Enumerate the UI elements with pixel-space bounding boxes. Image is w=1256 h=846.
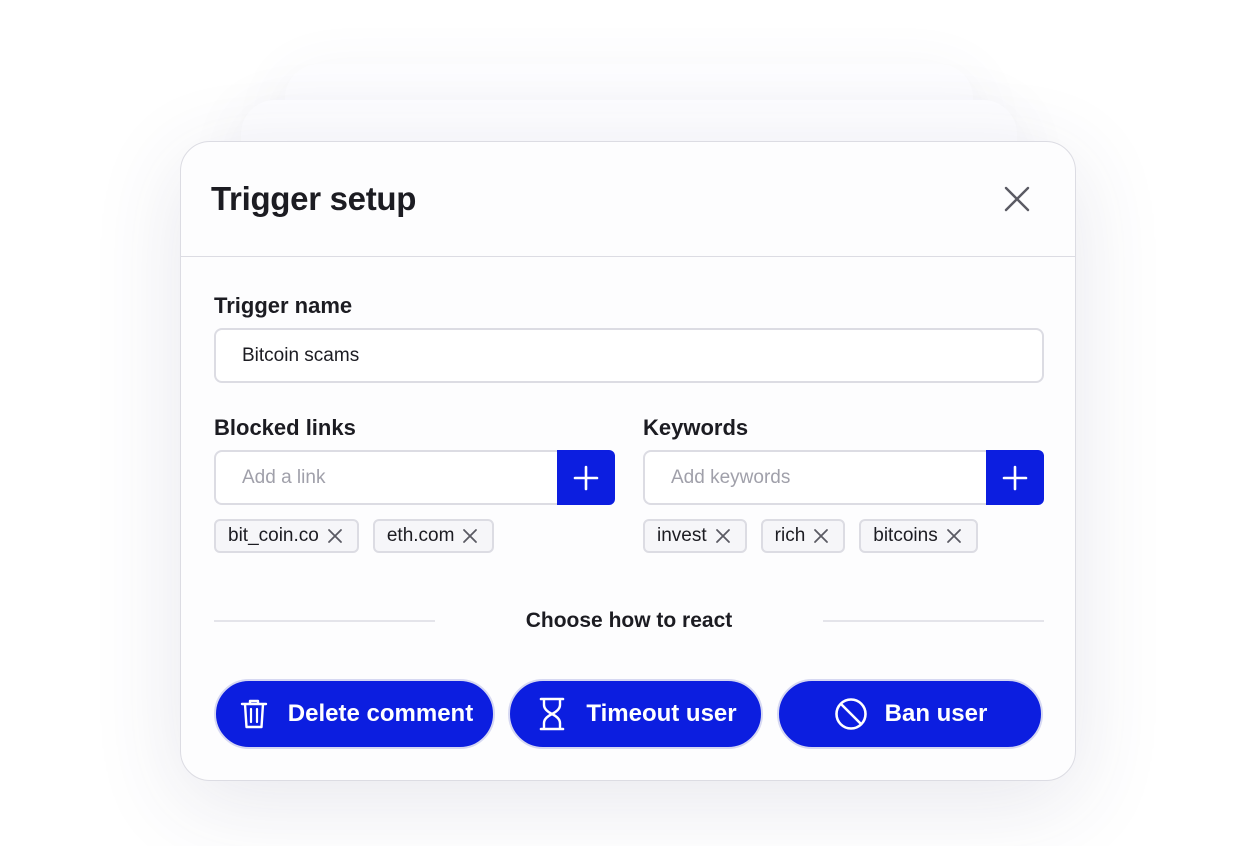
blocked-links-chips: bit_coin.co eth.com	[214, 519, 495, 553]
blocked-links-label: Blocked links	[214, 415, 356, 440]
timeout-user-label: Timeout user	[586, 700, 737, 727]
ban-icon	[833, 696, 869, 732]
react-divider: Choose how to react	[214, 603, 1044, 639]
trigger-name-input[interactable]	[214, 328, 1044, 383]
chip-label: eth.com	[386, 525, 455, 546]
blocked-links-add-row	[214, 450, 615, 505]
trash-icon	[236, 696, 272, 732]
link-chip: eth.com	[372, 519, 495, 553]
add-link-input[interactable]	[214, 450, 557, 505]
chip-label: bitcoins	[873, 525, 938, 546]
remove-chip-icon[interactable]	[944, 526, 964, 546]
remove-chip-icon[interactable]	[325, 526, 345, 546]
remove-chip-icon[interactable]	[460, 526, 480, 546]
hourglass-icon	[534, 696, 570, 732]
timeout-user-button[interactable]: Timeout user	[508, 679, 763, 749]
dialog-title: Trigger setup	[211, 180, 417, 217]
keywords-chips: invest rich bitcoins	[643, 519, 978, 553]
reaction-actions: Delete comment Timeout user Ban user	[214, 679, 1044, 749]
keywords-section: Keywords invest	[643, 415, 1044, 553]
chip-label: rich	[774, 525, 806, 546]
dialog-header: Trigger setup	[181, 142, 1075, 257]
keywords-label: Keywords	[643, 415, 749, 440]
add-link-button[interactable]	[557, 450, 615, 505]
trigger-setup-dialog: Trigger setup Trigger name Blocked links	[180, 141, 1076, 781]
keyword-chip: invest	[643, 519, 747, 553]
ban-user-button[interactable]: Ban user	[777, 679, 1043, 749]
ban-user-label: Ban user	[884, 700, 988, 727]
remove-chip-icon[interactable]	[713, 526, 733, 546]
link-chip: bit_coin.co	[214, 519, 359, 553]
plus-icon	[1002, 465, 1028, 490]
add-keyword-button[interactable]	[986, 450, 1044, 505]
delete-comment-label: Delete comment	[287, 700, 474, 727]
react-heading: Choose how to react	[525, 609, 733, 632]
divider-line-right	[823, 620, 1044, 622]
chip-label: bit_coin.co	[228, 525, 319, 546]
chip-label: invest	[657, 525, 707, 546]
keywords-add-row	[643, 450, 1044, 505]
stage: Trigger setup Trigger name Blocked links	[0, 0, 1256, 846]
divider-line-left	[214, 620, 435, 622]
close-button[interactable]	[997, 179, 1037, 219]
keyword-chip: bitcoins	[859, 519, 978, 553]
trigger-name-label: Trigger name	[214, 293, 353, 318]
plus-icon	[573, 465, 599, 490]
blocked-links-section: Blocked links bit_coin.co	[214, 415, 615, 553]
close-icon	[1004, 186, 1030, 212]
remove-chip-icon[interactable]	[811, 526, 831, 546]
add-keywords-input[interactable]	[643, 450, 986, 505]
keyword-chip: rich	[760, 519, 846, 553]
delete-comment-button[interactable]: Delete comment	[214, 679, 495, 749]
